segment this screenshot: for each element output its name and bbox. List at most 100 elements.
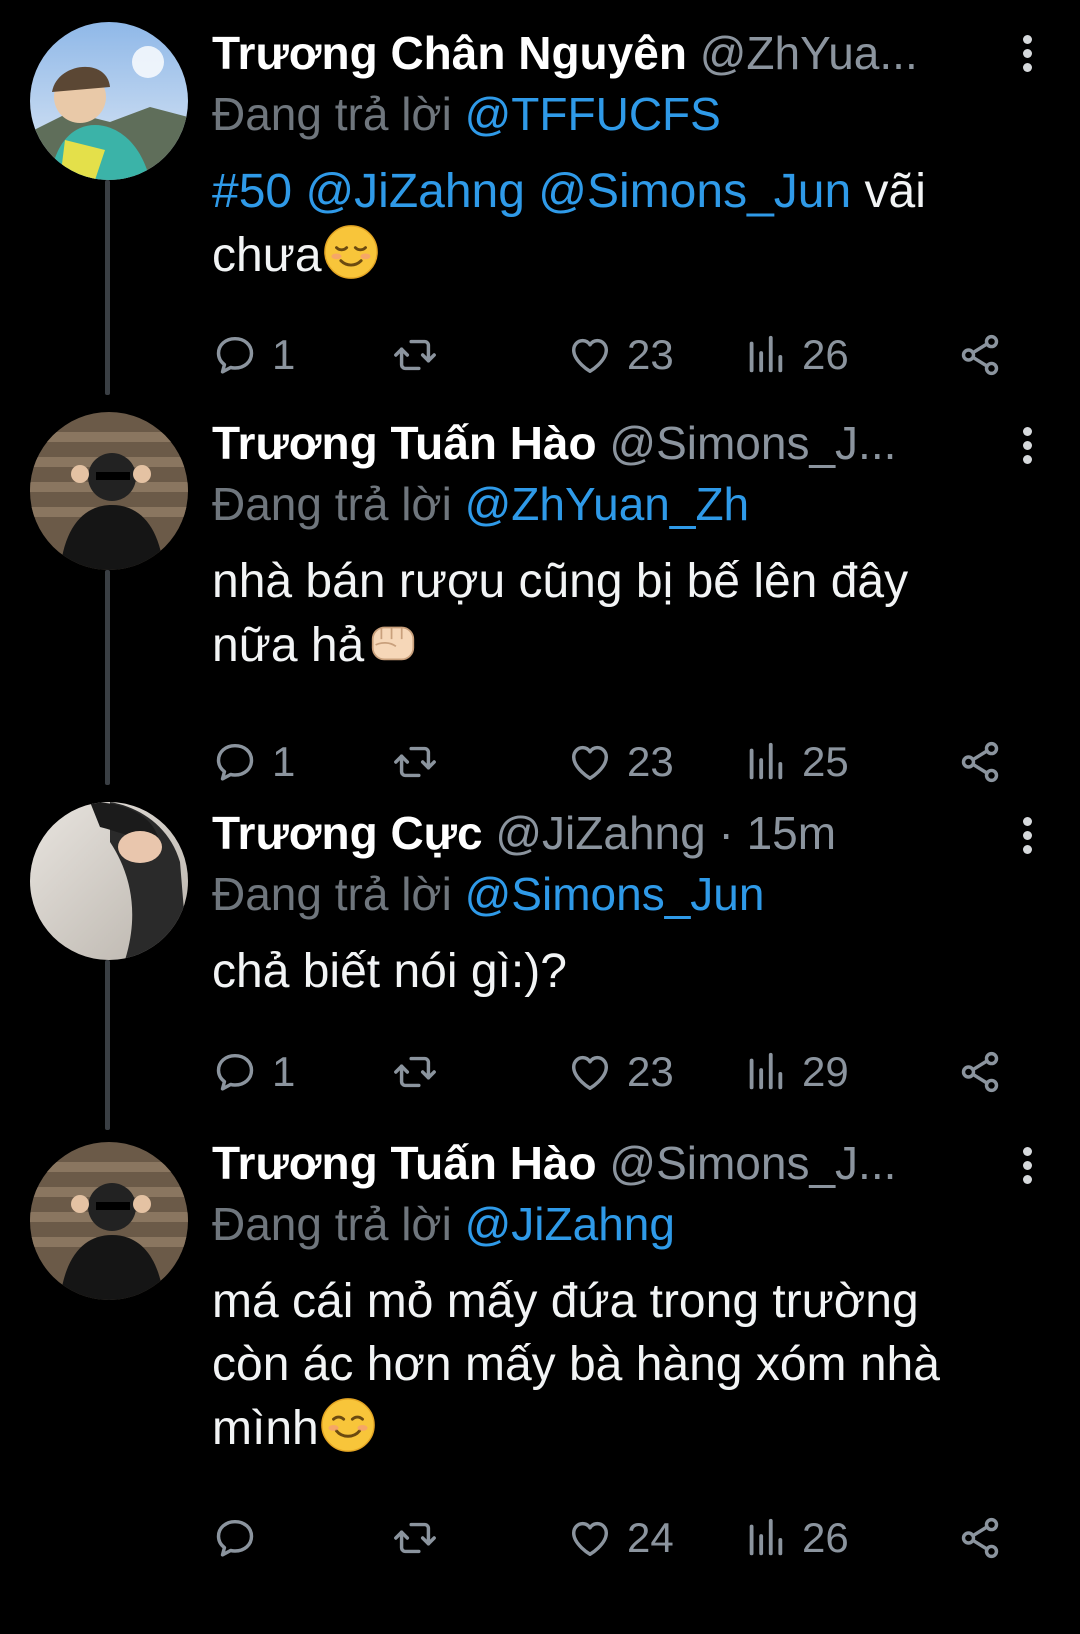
like-button[interactable]: 23 [567,1042,674,1102]
tweet-actions: 1 23 29 [212,1042,1042,1102]
replying-to: Đang trả lời @TFFUCFS [212,84,721,144]
reply-button[interactable]: 1 [212,1042,295,1102]
tweet-text-line: còn ác hơn mấy bà hàng xóm nhà [212,1338,940,1391]
tweet-text-line: mình [212,1402,319,1455]
replying-label: Đang trả lời [212,868,452,920]
reply-icon [212,1515,258,1561]
reply-button[interactable]: 1 [212,325,295,385]
views-icon [742,332,788,378]
view-count: 26 [802,1514,849,1561]
tweet-actions: 1 23 26 [212,325,1042,385]
views-button[interactable]: 26 [742,325,849,385]
replying-to: Đang trả lời @Simons_Jun [212,864,764,924]
tweet-text-line: má cái mỏ mấy đứa trong trường [212,1275,919,1328]
reply-count: 1 [272,1048,296,1095]
view-count: 26 [802,331,849,378]
display-name[interactable]: Trương Tuấn Hào [212,417,597,469]
user-handle[interactable]: @Simons_J... [609,417,896,469]
more-options-button[interactable] [1012,30,1042,80]
tweet-text-line: chả biết nói gì:)? [212,945,567,998]
view-count: 29 [802,1048,849,1095]
view-count: 25 [802,738,849,785]
reply-thread: Trương Chân Nguyên @ZhYua... Đang trả lờ… [0,0,1080,1634]
retweet-button[interactable] [392,1042,438,1102]
mention-link[interactable]: @JiZahng [305,165,525,218]
reply-button[interactable] [212,1508,272,1568]
like-button[interactable]: 23 [567,325,674,385]
share-icon [957,1049,1003,1095]
views-button[interactable]: 25 [742,732,849,792]
replying-label: Đang trả lời [212,1198,452,1250]
tweet-text: chả biết nói gì:)? [212,940,1032,1003]
like-button[interactable]: 24 [567,1508,674,1568]
tweet-header: Trương Tuấn Hào @Simons_J... [212,412,982,474]
tweet[interactable]: Trương Chân Nguyên @ZhYua... Đang trả lờ… [0,0,1080,400]
display-name[interactable]: Trương Chân Nguyên [212,27,687,79]
reply-icon [212,1049,258,1095]
share-icon [957,1515,1003,1561]
views-icon [742,1049,788,1095]
hashtag-link[interactable]: #50 [212,165,292,218]
retweet-icon [392,332,438,378]
user-handle[interactable]: @JiZahng [495,807,705,859]
retweet-button[interactable] [392,325,438,385]
more-options-button[interactable] [1012,812,1042,862]
user-handle[interactable]: @ZhYua... [700,27,918,79]
retweet-icon [392,1049,438,1095]
tweet[interactable]: Trương Tuấn Hào @Simons_J... Đang trả lờ… [0,1130,1080,1630]
reply-button[interactable]: 1 [212,732,295,792]
avatar[interactable] [30,1142,188,1300]
display-name[interactable]: Trương Cực [212,807,483,859]
tweet-text-line: nữa hả [212,619,365,672]
heart-icon [567,332,613,378]
avatar[interactable] [30,412,188,570]
replying-label: Đang trả lời [212,478,452,530]
views-icon [742,1515,788,1561]
heart-icon [567,739,613,785]
replying-to: Đang trả lời @JiZahng [212,1194,675,1254]
tweet[interactable]: Trương Tuấn Hào @Simons_J... Đang trả lờ… [0,400,1080,790]
reply-icon [212,332,258,378]
retweet-button[interactable] [392,1508,438,1568]
share-button[interactable] [957,1508,1003,1568]
tweet-timestamp[interactable]: · 15m [719,807,837,859]
tweet-text-word: chưa [212,229,322,282]
tweet-header: Trương Tuấn Hào @Simons_J... [212,1132,982,1194]
avatar[interactable] [30,22,188,180]
tweet-header: Trương Cực @JiZahng · 15m [212,802,982,864]
reply-count: 1 [272,738,296,785]
share-button[interactable] [957,325,1003,385]
tweet-text: nhà bán rượu cũng bị bế lên đây nữa hả [212,550,1032,677]
replying-mention[interactable]: @ZhYuan_Zh [465,478,750,530]
replying-mention[interactable]: @TFFUCFS [465,88,721,140]
retweet-icon [392,739,438,785]
tweet[interactable]: Trương Cực @JiZahng · 15m Đang trả lời @… [0,790,1080,1130]
retweet-icon [392,1515,438,1561]
tweet-header: Trương Chân Nguyên @ZhYua... [212,22,982,84]
heart-icon [567,1515,613,1561]
retweet-button[interactable] [392,732,438,792]
display-name[interactable]: Trương Tuấn Hào [212,1137,597,1189]
share-button[interactable] [957,732,1003,792]
reply-icon [212,739,258,785]
replying-mention[interactable]: @JiZahng [465,1198,675,1250]
tweet-text: #50 @JiZahng @Simons_Jun vãi chưa [212,160,1032,287]
share-button[interactable] [957,1042,1003,1102]
like-button[interactable]: 23 [567,732,674,792]
like-count: 23 [627,1048,674,1095]
avatar[interactable] [30,802,188,960]
mention-link[interactable]: @Simons_Jun [538,165,851,218]
reply-count: 1 [272,331,296,378]
user-handle[interactable]: @Simons_J... [609,1137,896,1189]
tweet-text-word: vãi [864,165,926,218]
smiling-face-emoji [319,1396,377,1454]
relieved-face-emoji [322,223,380,281]
more-options-button[interactable] [1012,1142,1042,1192]
replying-mention[interactable]: @Simons_Jun [465,868,765,920]
views-button[interactable]: 26 [742,1508,849,1568]
views-button[interactable]: 29 [742,1042,849,1102]
more-options-button[interactable] [1012,422,1042,472]
like-count: 23 [627,738,674,785]
share-icon [957,739,1003,785]
heart-icon [567,1049,613,1095]
